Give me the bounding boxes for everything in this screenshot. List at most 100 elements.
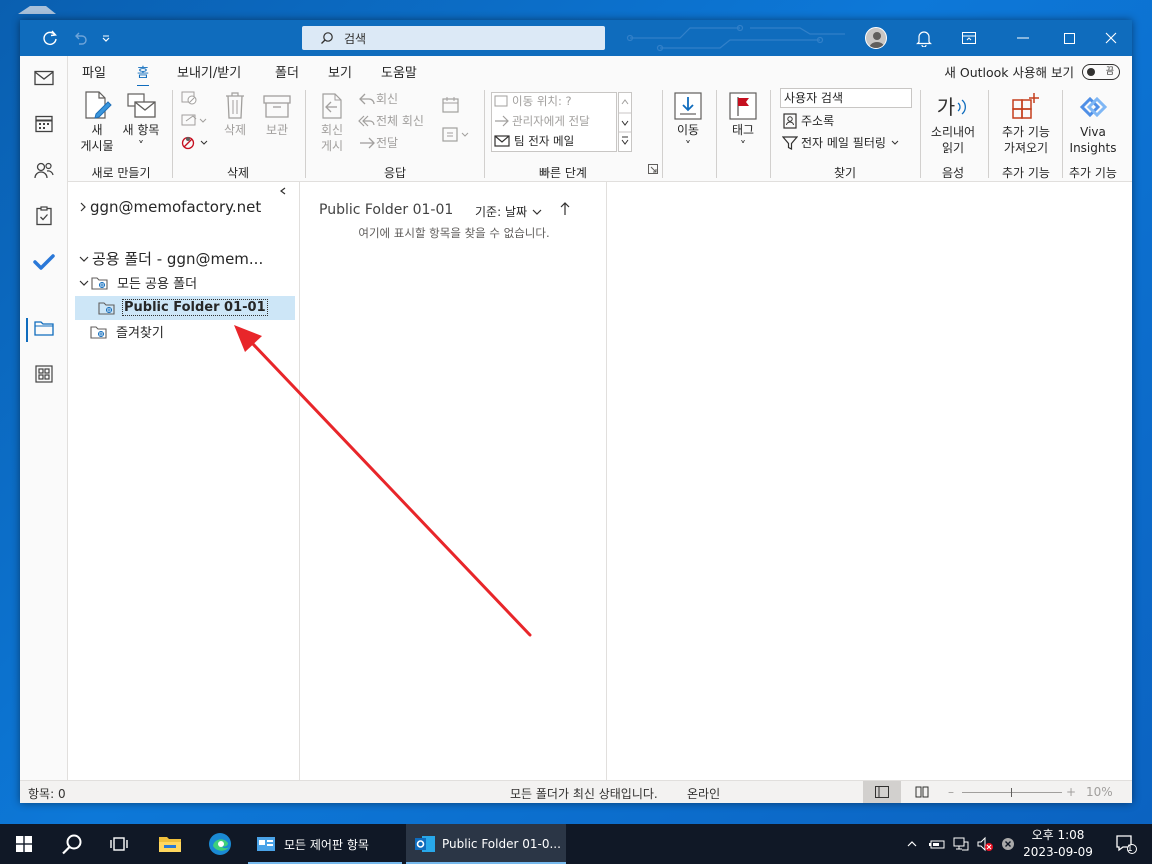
archive-button: 보관 — [258, 90, 296, 138]
show-hidden-icons-chevron-icon[interactable] — [902, 824, 922, 864]
clock-date: 2023-09-09 — [1023, 845, 1093, 859]
collapse-folder-pane-icon[interactable] — [278, 186, 288, 196]
tab-folder[interactable]: 폴더 — [275, 62, 299, 81]
tab-home[interactable]: 홈 — [137, 62, 149, 87]
calendar-icon[interactable] — [20, 104, 68, 144]
status-x-icon[interactable] — [998, 824, 1018, 864]
connection-status: 온라인 — [687, 787, 721, 801]
more-respond-icon — [442, 126, 472, 144]
mail-icon[interactable] — [20, 58, 68, 98]
move-button[interactable]: 이동 ˅ — [666, 90, 710, 154]
filter-email-button[interactable]: 전자 메일 필터링 — [782, 134, 900, 152]
reading-view-icon — [915, 786, 929, 798]
read-aloud-button[interactable]: 가 소리내어 읽기 — [924, 90, 982, 156]
minimize-button[interactable] — [1000, 20, 1046, 56]
ribbon-separator — [988, 90, 989, 178]
edge-browser-icon[interactable] — [196, 824, 244, 864]
normal-view-button[interactable] — [863, 781, 901, 803]
group-label-addins: 추가 기능 — [1002, 166, 1050, 180]
reply-post-button: 회신 게시 — [312, 90, 352, 154]
quick-steps-scroll[interactable] — [618, 92, 632, 152]
new-outlook-toggle[interactable]: 끔 — [1082, 63, 1120, 80]
task-view-icon[interactable] — [96, 824, 144, 864]
zoom-slider-thumb[interactable] — [1011, 788, 1012, 797]
ribbon-separator — [920, 90, 921, 178]
public-folders-root[interactable]: 공용 폴더 - ggn@mem... — [78, 248, 263, 269]
status-bar: 항목: 0 모든 폴더가 최신 상태입니다. 온라인 – + 10% — [20, 780, 1132, 803]
title-bar: 검색 — [20, 20, 1132, 56]
reply-post-icon — [322, 93, 342, 119]
empty-list-message: 여기에 표시할 항목을 찾을 수 없습니다. — [358, 226, 550, 240]
notification-center-icon[interactable]: 1 — [1106, 824, 1146, 864]
zoom-slider[interactable] — [962, 792, 1062, 793]
ribbon-display-icon[interactable] — [954, 20, 984, 56]
taskbar-app-control-panel-label: 모든 제어판 항목 — [284, 837, 369, 852]
folder-public-folder-01-01[interactable]: Public Folder 01-01 — [98, 299, 268, 316]
taskbar-app-control-panel[interactable]: 모든 제어판 항목 — [248, 824, 402, 864]
reply-icon — [359, 93, 375, 105]
zoom-in-icon[interactable]: + — [1066, 785, 1076, 799]
address-book-button[interactable]: 주소록 — [782, 112, 834, 130]
quick-step-move-to: 이동 위치: ? — [494, 92, 572, 110]
new-post-button[interactable]: 새 게시물 — [76, 90, 118, 154]
ribbon-separator — [484, 90, 485, 178]
tab-send-receive[interactable]: 보내기/받기 — [177, 62, 241, 81]
dialog-launcher-icon[interactable] — [648, 164, 658, 174]
search-input[interactable]: 검색 — [302, 26, 605, 50]
tab-view[interactable]: 보기 — [328, 62, 352, 81]
taskbar-search-icon[interactable] — [48, 824, 96, 864]
battery-icon[interactable] — [926, 824, 948, 864]
qs-to-manager-label: 관리자에게 전달 — [512, 114, 590, 128]
close-button[interactable] — [1090, 20, 1132, 56]
people-icon[interactable] — [20, 150, 68, 190]
viva-insights-button[interactable]: Viva Insights — [1066, 90, 1120, 156]
new-outlook-label: 새 Outlook 사용해 보기 — [944, 65, 1074, 80]
new-items-icon — [127, 93, 156, 118]
maximize-button[interactable] — [1046, 20, 1092, 56]
all-public-folders[interactable]: 모든 공용 폴더 — [78, 273, 197, 292]
windows-start-icon[interactable] — [0, 824, 48, 864]
volume-muted-icon[interactable] — [974, 824, 996, 864]
tags-button[interactable]: 태그 ˅ — [722, 90, 764, 154]
avatar[interactable] — [865, 27, 887, 49]
move-dropdown-icon: ˅ — [685, 139, 691, 153]
reading-pane — [607, 182, 1132, 780]
meeting-icon — [442, 96, 460, 114]
viva-label-2: Insights — [1069, 141, 1117, 155]
network-icon[interactable] — [950, 824, 972, 864]
circuit-decoration-icon — [626, 24, 845, 52]
sync-icon[interactable] — [34, 20, 66, 56]
people-search-input[interactable]: 사용자 검색 — [780, 88, 912, 108]
folders-icon[interactable] — [20, 308, 68, 348]
account-node[interactable]: ggn@memofactory.net — [78, 198, 261, 216]
zoom-level[interactable]: 10% — [1086, 785, 1113, 799]
tab-file[interactable]: 파일 — [82, 62, 106, 81]
quick-step-to-manager: 관리자에게 전달 — [494, 112, 590, 130]
get-addins-button[interactable]: 추가 기능 가져오기 — [992, 90, 1060, 156]
taskbar-clock[interactable]: 오후 1:08 2023-09-09 — [1018, 827, 1098, 861]
tasks-icon[interactable] — [20, 196, 68, 236]
chevron-down-icon — [891, 140, 899, 145]
group-label-quick-steps: 빠른 단계 — [539, 166, 587, 180]
sort-direction-icon[interactable] — [559, 201, 571, 220]
group-label-speech: 음성 — [941, 166, 965, 180]
bell-icon[interactable] — [908, 20, 940, 56]
tab-help[interactable]: 도움말 — [381, 62, 417, 81]
quick-step-team-email[interactable]: 팀 전자 메일 — [494, 132, 574, 150]
apps-icon[interactable] — [20, 354, 68, 394]
customize-qat-icon[interactable] — [92, 20, 120, 56]
favorites-folder[interactable]: 즐겨찾기 — [90, 322, 164, 341]
reply-post-label-2: 게시 — [320, 139, 344, 153]
zoom-out-icon[interactable]: – — [948, 785, 954, 799]
sort-by-date-button[interactable]: 기준: 날짜 — [475, 203, 543, 220]
reading-view-button[interactable] — [908, 781, 936, 803]
junk-icon[interactable] — [180, 134, 210, 152]
outlook-window: 검색 파일 홈 보내기/받기 폴더 보기 도움말 새 Outlook 사용해 보… — [20, 20, 1132, 803]
reply-label: 회신 — [376, 92, 399, 106]
new-items-button[interactable]: 새 항목 ˅ — [118, 90, 164, 154]
file-explorer-icon[interactable] — [146, 824, 194, 864]
taskbar-app-outlook[interactable]: Public Folder 01-0... — [406, 824, 566, 864]
read-aloud-label-2: 읽기 — [941, 141, 965, 155]
todo-check-icon[interactable] — [20, 242, 68, 282]
get-addins-label-1: 추가 기능 — [1002, 125, 1050, 139]
